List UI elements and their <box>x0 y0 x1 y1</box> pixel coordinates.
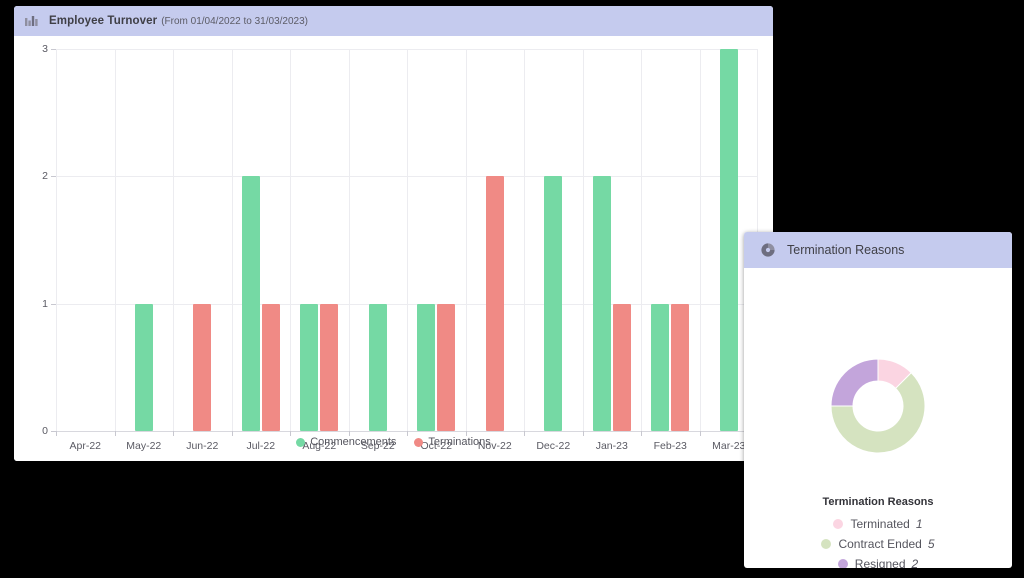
bar-Mar-23-commencements[interactable] <box>720 49 738 431</box>
employee-turnover-header: Employee Turnover (From 01/04/2022 to 31… <box>14 6 773 36</box>
bar-chart-icon <box>24 14 40 28</box>
termination-reasons-donut <box>830 358 926 454</box>
legend-value-contract-ended: 5 <box>927 537 935 551</box>
termination-reasons-legend: Termination Reasons Terminated 1 Contrac… <box>744 496 1012 568</box>
legend-dot-terminations <box>414 437 424 447</box>
employee-turnover-card: Employee Turnover (From 01/04/2022 to 31… <box>14 6 773 461</box>
gridline-x-Jul-22 <box>232 49 233 431</box>
legend-item-commencements[interactable]: Commencements <box>296 436 396 448</box>
legend-dot-resigned <box>837 559 848 568</box>
gridline-x-Sep-22 <box>349 49 350 431</box>
bar-Jul-22-commencements[interactable] <box>242 176 260 431</box>
legend-value-resigned: 2 <box>911 557 919 568</box>
gridline-x-Feb-23 <box>641 49 642 431</box>
legend-dot-terminated <box>833 519 844 529</box>
legend-item-terminations[interactable]: Terminations <box>414 436 491 448</box>
bar-Feb-23-terminations[interactable] <box>671 303 689 431</box>
gridline-x-Aug-22 <box>290 49 291 431</box>
gridline-x-Mar-23 <box>700 49 701 431</box>
turnover-legend: Commencements Terminations <box>14 436 773 448</box>
bar-May-22-commencements[interactable] <box>135 303 153 431</box>
legend-item-terminated[interactable]: Terminated 1 <box>744 517 1012 531</box>
termination-reasons-card: Termination Reasons Termination Reasons … <box>744 232 1012 568</box>
gridline-x-Dec-22 <box>524 49 525 431</box>
gridline-x-May-22 <box>115 49 116 431</box>
legend-label-commencements: Commencements <box>310 436 397 448</box>
legend-dot-commencements <box>296 437 306 447</box>
bar-Feb-23-commencements[interactable] <box>651 303 669 431</box>
turnover-plot-area: 0 1 2 3 Apr-22 May-22 Jun-22 Jul-22 Aug-22 Sep-22… <box>42 43 758 452</box>
bar-Oct-22-terminations[interactable] <box>437 303 455 431</box>
legend-label-terminated: Terminated <box>850 517 910 531</box>
termination-reasons-header: Termination Reasons <box>744 232 1012 268</box>
gridline-x-Apr-22 <box>56 49 57 431</box>
bar-Aug-22-commencements[interactable] <box>300 303 318 431</box>
bar-Dec-22-commencements[interactable] <box>544 176 562 431</box>
legend-label-resigned: Resigned <box>854 557 906 568</box>
bar-Nov-22-terminations[interactable] <box>486 176 504 431</box>
bar-Sep-22-commencements[interactable] <box>369 303 387 431</box>
donut-slice-resigned[interactable] <box>830 358 879 407</box>
bar-Oct-22-commencements[interactable] <box>417 303 435 431</box>
bar-Jul-22-terminations[interactable] <box>262 303 280 431</box>
legend-label-contract-ended: Contract Ended <box>838 537 922 551</box>
employee-turnover-title: Employee Turnover <box>49 15 158 27</box>
legend-label-terminations: Terminations <box>428 436 491 448</box>
gridline-x-Nov-22 <box>466 49 467 431</box>
gridline-x-Oct-22 <box>407 49 408 431</box>
screen: Employee Turnover (From 01/04/2022 to 31… <box>0 0 1024 578</box>
termination-reasons-legend-title: Termination Reasons <box>822 496 934 508</box>
employee-turnover-subtitle: (From 01/04/2022 to 31/03/2023) <box>161 15 308 27</box>
bar-Jun-22-terminations[interactable] <box>193 303 211 431</box>
pie-chart-icon <box>761 243 775 257</box>
legend-value-terminated: 1 <box>915 517 923 531</box>
legend-item-contract-ended[interactable]: Contract Ended 5 <box>744 537 1012 551</box>
bar-Jan-23-commencements[interactable] <box>593 176 611 431</box>
termination-reasons-body: Termination Reasons Terminated 1 Contrac… <box>744 268 1012 568</box>
gridline-x-Jan-23 <box>583 49 584 431</box>
y-axis-tick-1: 1 <box>42 297 48 310</box>
y-axis-tick-2: 2 <box>42 170 48 183</box>
termination-reasons-title: Termination Reasons <box>787 243 905 257</box>
bar-Jan-23-terminations[interactable] <box>613 303 631 431</box>
gridline-x-Jun-22 <box>173 49 174 431</box>
bar-Aug-22-terminations[interactable] <box>320 303 338 431</box>
turnover-chart-body: 0 1 2 3 Apr-22 May-22 Jun-22 Jul-22 Aug-22 Sep-22… <box>14 36 773 461</box>
legend-dot-contract-ended <box>821 539 832 549</box>
donut-chart-wrapper <box>744 356 1012 456</box>
legend-item-resigned[interactable]: Resigned 2 <box>744 557 1012 568</box>
y-axis-tick-3: 3 <box>42 43 48 55</box>
